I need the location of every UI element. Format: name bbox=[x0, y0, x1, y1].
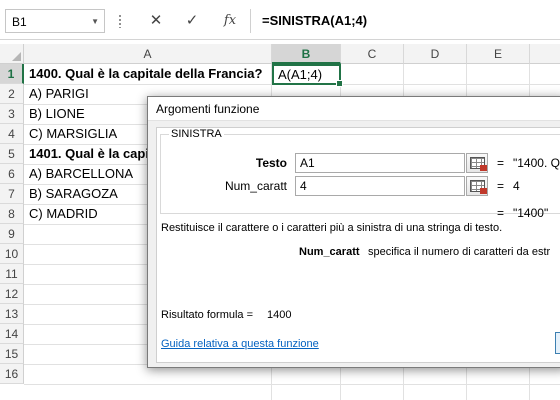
dialog-titlebar[interactable]: Argomenti funzione bbox=[148, 97, 560, 121]
enter-icon[interactable]: ✓ bbox=[176, 9, 208, 33]
arg-result-num-caratt: 4 bbox=[513, 179, 520, 193]
row-header[interactable]: 1 bbox=[0, 64, 24, 84]
row-header[interactable]: 7 bbox=[0, 184, 24, 204]
arg-input-num-caratt[interactable]: 4 bbox=[295, 176, 465, 196]
arg-input-testo[interactable]: A1 bbox=[295, 153, 465, 173]
arg-equals: = bbox=[497, 179, 505, 193]
cell-a[interactable]: 1400. Qual è la capitale della Francia? bbox=[29, 64, 262, 84]
arg-equals: = bbox=[497, 156, 505, 170]
column-header-d[interactable]: D bbox=[404, 44, 467, 64]
function-groupbox bbox=[160, 134, 560, 214]
chevron-down-icon[interactable]: ▼ bbox=[91, 17, 99, 26]
param-name: Num_caratt bbox=[299, 246, 360, 258]
result-label: Risultato formula = bbox=[161, 309, 254, 321]
row-header[interactable]: 14 bbox=[0, 324, 24, 344]
insert-function-icon[interactable]: fx bbox=[214, 9, 246, 33]
help-link[interactable]: Guida relativa a questa funzione bbox=[161, 338, 319, 350]
column-header-e[interactable]: E bbox=[467, 44, 530, 64]
cell-a[interactable]: 1401. Qual è la capit bbox=[29, 144, 153, 164]
formula-bar: B1 ▼ ✕ ✓ fx =SINISTRA(A1;4) bbox=[0, 0, 560, 40]
column-header-a[interactable]: A bbox=[24, 44, 272, 64]
arg-label-num-caratt: Num_caratt bbox=[224, 179, 287, 193]
range-select-icon[interactable] bbox=[466, 176, 488, 196]
row-header[interactable]: 10 bbox=[0, 244, 24, 264]
param-description: specifica il numero di caratteri da estr bbox=[368, 246, 551, 258]
row-header[interactable]: 16 bbox=[0, 364, 24, 384]
result-value: 1400 bbox=[267, 309, 292, 321]
arg-label-testo: Testo bbox=[255, 156, 287, 170]
function-description: Restituisce il carattere o i caratteri p… bbox=[161, 222, 503, 234]
cell-a[interactable]: C) MARSIGLIA bbox=[29, 124, 117, 144]
row-header[interactable]: 6 bbox=[0, 164, 24, 184]
row-header[interactable]: 3 bbox=[0, 104, 24, 124]
drag-handle-icon[interactable] bbox=[118, 14, 122, 28]
formula-result-row: Risultato formula = 1400 bbox=[161, 309, 292, 321]
formula-input[interactable]: =SINISTRA(A1;4) bbox=[262, 13, 367, 28]
column-header-b[interactable]: B bbox=[272, 44, 341, 64]
formula-bar-divider bbox=[250, 9, 251, 33]
gridline bbox=[24, 384, 560, 385]
row-header[interactable]: 15 bbox=[0, 344, 24, 364]
cell-a[interactable]: A) PARIGI bbox=[29, 84, 89, 104]
function-name: SINISTRA bbox=[169, 128, 224, 140]
cell-a[interactable]: C) MADRID bbox=[29, 204, 98, 224]
arg-result-testo: "1400. Qu bbox=[513, 156, 560, 170]
function-result-equals: = bbox=[497, 206, 505, 220]
row-header[interactable]: 8 bbox=[0, 204, 24, 224]
row-header[interactable]: 11 bbox=[0, 264, 24, 284]
row-header[interactable]: 2 bbox=[0, 84, 24, 104]
name-box[interactable]: B1 ▼ bbox=[5, 9, 105, 33]
cancel-icon[interactable]: ✕ bbox=[140, 9, 172, 33]
ok-button[interactable] bbox=[555, 332, 560, 354]
row-header[interactable]: 9 bbox=[0, 224, 24, 244]
cell-a[interactable]: B) SARAGOZA bbox=[29, 184, 118, 204]
name-box-value: B1 bbox=[12, 15, 27, 29]
row-header[interactable]: 4 bbox=[0, 124, 24, 144]
dialog-title: Argomenti funzione bbox=[156, 102, 260, 116]
row-header[interactable]: 12 bbox=[0, 284, 24, 304]
row-header[interactable]: 5 bbox=[0, 144, 24, 164]
cell-a[interactable]: B) LIONE bbox=[29, 104, 85, 124]
column-header-c[interactable]: C bbox=[341, 44, 404, 64]
dialog-inner: SINISTRA Testo A1 = "1400. Qu Num_caratt… bbox=[155, 126, 560, 374]
cell-a[interactable]: A) BARCELLONA bbox=[29, 164, 133, 184]
row-header[interactable]: 13 bbox=[0, 304, 24, 324]
function-result: "1400" bbox=[513, 206, 549, 220]
select-all-corner[interactable] bbox=[0, 44, 24, 64]
column-header-f[interactable] bbox=[530, 44, 560, 64]
active-cell-b1[interactable]: A(A1;4) bbox=[272, 64, 343, 87]
range-select-icon[interactable] bbox=[466, 153, 488, 173]
